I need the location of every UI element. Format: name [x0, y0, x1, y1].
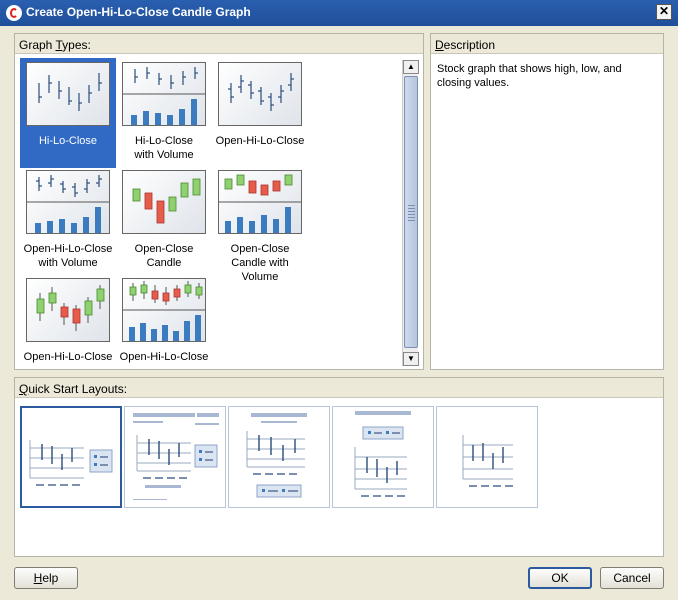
open-hi-lo-close-candle-volume-thumbnail	[122, 278, 206, 342]
quick-start-heading-text-2: uick Start Layouts:	[28, 382, 128, 396]
chart-thumbnail-icon	[228, 73, 294, 111]
chart-thumbnail-icon	[38, 73, 102, 111]
chart-thumbnail-icon	[132, 178, 201, 224]
title-bar: Create Open-Hi-Lo-Close Candle Graph ✕	[0, 0, 678, 26]
scroll-up-icon[interactable]: ▲	[403, 60, 419, 74]
graph-type-label: Open-Hi-Lo-Close	[212, 134, 308, 148]
chart-thumbnail-icon	[27, 175, 109, 233]
window-title: Create Open-Hi-Lo-Close Candle Graph	[26, 5, 251, 19]
close-icon[interactable]: ✕	[656, 4, 672, 20]
layout-option-3[interactable]	[228, 406, 330, 508]
graph-type-hi-lo-close[interactable]: Hi-Lo-Close	[20, 58, 116, 168]
graph-types-scrollbar[interactable]: ▲ ▼	[402, 60, 419, 366]
quick-start-heading-key: Q	[19, 382, 29, 396]
graph-types-heading-text-2: ypes:	[62, 38, 91, 52]
chart-thumbnail-icon	[123, 67, 205, 125]
ok-button[interactable]: OK	[528, 567, 592, 589]
layout-option-4[interactable]	[332, 406, 434, 508]
ok-button-label: OK	[551, 571, 569, 585]
layout-legend-right-icon	[29, 440, 113, 486]
help-button-label: elp	[42, 571, 59, 585]
graph-type-label-line2: Candle with Volume	[231, 257, 289, 283]
open-hi-lo-close-volume-thumbnail	[26, 170, 110, 234]
scrollbar-grip-icon	[408, 205, 415, 221]
graph-type-label-line1: Open-Hi-Lo-Close	[23, 351, 113, 363]
graph-type-label: Open-Close Candle	[116, 242, 212, 270]
open-hi-lo-close-candle-thumbnail	[26, 278, 110, 342]
open-close-candle-volume-thumbnail	[218, 170, 302, 234]
cancel-button-label: Cancel	[613, 571, 651, 585]
layout-legend-bottom-icon	[246, 413, 307, 498]
graph-type-label-line2: with Volume	[38, 257, 98, 269]
description-panel: Description Stock graph that shows high,…	[430, 33, 664, 370]
description-line1: Stock graph that shows high, low, and	[437, 63, 622, 75]
graph-type-label-line1: Open-Hi-Lo-Close	[215, 135, 305, 147]
help-button[interactable]: Help	[14, 567, 78, 589]
layout-option-1[interactable]	[20, 406, 122, 508]
graph-types-heading: Graph Types:	[15, 34, 423, 54]
graph-type-label-line1: Hi-Lo-Close	[134, 135, 194, 147]
graph-type-label-line2: with Volume	[134, 149, 194, 161]
graph-type-label-line1: Open-Close	[230, 243, 290, 255]
quick-start-heading: Quick Start Layouts:	[15, 378, 663, 398]
graph-type-label: Open-Hi-Lo-Close	[116, 350, 212, 364]
graph-type-label: Hi-Lo-Close	[20, 134, 116, 148]
chart-thumbnail-icon	[123, 281, 205, 341]
graph-type-label: Open-Close Candle with Volume	[212, 242, 308, 284]
graph-type-hi-lo-close-volume[interactable]: Hi-Lo-Close with Volume	[116, 58, 212, 168]
graph-type-label-line1: Hi-Lo-Close	[38, 135, 98, 147]
graph-type-open-close-candle[interactable]: Open-Close Candle	[116, 166, 212, 276]
description-text: Stock graph that shows high, low, and clo…	[437, 62, 657, 90]
description-line2: closing values.	[437, 77, 510, 89]
chart-thumbnail-icon	[36, 285, 105, 331]
graph-type-open-hi-lo-close-candle[interactable]: Open-Hi-Lo-Close	[20, 274, 116, 370]
scroll-down-icon[interactable]: ▼	[403, 352, 419, 366]
layout-title-legend-icon	[133, 413, 219, 500]
open-hi-lo-close-thumbnail	[218, 62, 302, 126]
description-heading-key: D	[435, 38, 444, 52]
graph-type-label: Open-Hi-Lo-Close with Volume	[20, 242, 116, 270]
graph-type-open-hi-lo-close[interactable]: Open-Hi-Lo-Close	[212, 58, 308, 168]
layout-legend-top-icon	[354, 411, 411, 497]
graph-type-open-hi-lo-close-volume[interactable]: Open-Hi-Lo-Close with Volume	[20, 166, 116, 276]
hi-lo-close-thumbnail	[26, 62, 110, 126]
graph-types-heading-text: Graph	[19, 38, 56, 52]
graph-type-label: Open-Hi-Lo-Close	[20, 350, 116, 364]
description-heading-text-2: escription	[443, 38, 496, 52]
graph-type-label-line1: Open-Hi-Lo-Close	[23, 243, 113, 255]
layout-option-2[interactable]	[124, 406, 226, 508]
scrollbar-thumb[interactable]	[404, 76, 418, 348]
description-heading: Description	[431, 34, 663, 54]
graph-type-open-hi-lo-close-candle-volume[interactable]: Open-Hi-Lo-Close	[116, 274, 212, 370]
chart-thumbnail-icon	[219, 174, 301, 233]
layout-option-5[interactable]	[436, 406, 538, 508]
graph-type-label-line1: Open-Hi-Lo-Close	[119, 351, 209, 363]
cancel-button[interactable]: Cancel	[600, 567, 664, 589]
layout-plain-icon	[462, 435, 513, 487]
app-icon	[6, 5, 22, 21]
hi-lo-close-volume-thumbnail	[122, 62, 206, 126]
graph-type-open-close-candle-volume[interactable]: Open-Close Candle with Volume	[212, 166, 308, 283]
graph-type-label: Hi-Lo-Close with Volume	[116, 134, 212, 162]
open-close-candle-thumbnail	[122, 170, 206, 234]
graph-type-label-line1: Open-Close Candle	[134, 243, 194, 269]
